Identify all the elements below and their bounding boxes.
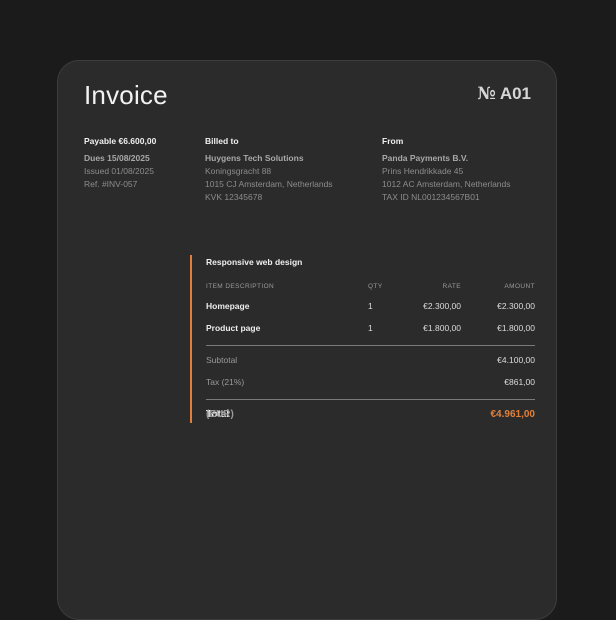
billed-to-name: Huygens Tech Solutions (205, 153, 304, 163)
item-rate: €2.300,00 (423, 301, 461, 311)
due-date: Dues 15/08/2025 (84, 153, 150, 163)
line-items-section: Responsive web design ITEM DESCRIPTION Q… (190, 255, 535, 423)
reference: Ref. #INV-057 (84, 179, 138, 189)
item-amount: €1.800,00 (497, 323, 535, 333)
billed-to-address2: 1015 CJ Amsterdam, Netherlands (205, 179, 333, 189)
divider (206, 345, 535, 346)
column-header-amount: AMOUNT (504, 283, 535, 290)
payable-amount: Payable €6.600,00 (84, 136, 157, 146)
payment-summary: Payable €6.600,00 Dues 15/08/2025 Issued… (84, 135, 156, 191)
invoice-number: № A01 (477, 84, 531, 104)
total-currency: (EUR) (206, 409, 234, 420)
table-row: Product page 1 €1.800,00 €1.800,00 (192, 323, 535, 337)
invoice-number-value: A01 (499, 84, 531, 103)
billed-to-address1: Koningsgracht 88 (205, 166, 272, 176)
item-amount: €2.300,00 (497, 301, 535, 311)
item-qty: 1 (368, 301, 373, 311)
issued-date: Issued 01/08/2025 (84, 166, 154, 176)
total-row: Total (EUR) €4.961,00 (192, 409, 535, 423)
subtotal-row: Subtotal €4.100,00 (192, 355, 535, 369)
subtotal-label: Subtotal (206, 355, 238, 365)
item-qty: 1 (368, 323, 373, 333)
from-name: Panda Payments B.V. (382, 153, 469, 163)
invoice-card: Invoice № A01 Payable €6.600,00 Dues 15/0… (57, 60, 557, 620)
invoice-title: Invoice (84, 80, 168, 110)
billed-to-id: KVK 12345678 (205, 192, 263, 202)
item-description: Homepage (206, 301, 250, 311)
subtotal-value: €4.100,00 (497, 355, 535, 365)
from-address2: 1012 AC Amsterdam, Netherlands (382, 179, 511, 189)
number-sign: № (477, 84, 496, 104)
table-row: Homepage 1 €2.300,00 €2.300,00 (192, 301, 535, 315)
tax-value: €861,00 (504, 377, 535, 387)
item-rate: €1.800,00 (423, 323, 461, 333)
section-title: Responsive web design (206, 257, 303, 267)
column-header-rate: RATE (442, 283, 461, 290)
billed-to-block: Billed to Huygens Tech Solutions Konings… (205, 135, 333, 204)
from-heading: From (382, 136, 404, 146)
from-id: TAX ID NL001234567B01 (382, 192, 480, 202)
tax-row: Tax (21%) €861,00 (192, 377, 535, 391)
billed-to-heading: Billed to (205, 136, 239, 146)
from-block: From Panda Payments B.V. Prins Hendrikka… (382, 135, 511, 204)
from-address1: Prins Hendrikkade 45 (382, 166, 464, 176)
column-header-description: ITEM DESCRIPTION (206, 283, 275, 290)
total-value: €4.961,00 (490, 409, 536, 420)
tax-label: Tax (21%) (206, 377, 245, 387)
divider (206, 399, 535, 400)
item-description: Product page (206, 323, 261, 333)
column-header-qty: QTY (368, 283, 383, 290)
